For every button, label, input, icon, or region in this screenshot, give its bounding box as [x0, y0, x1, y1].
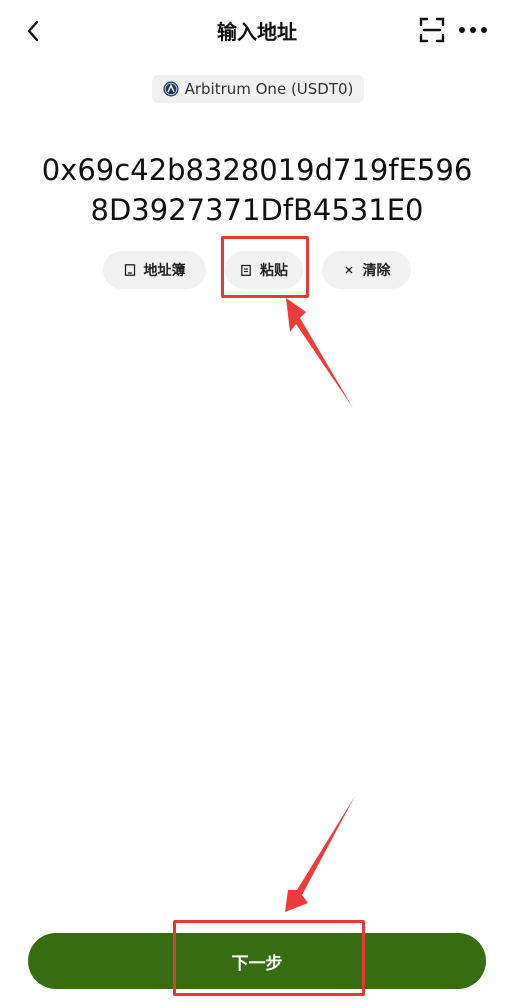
close-icon [345, 266, 352, 274]
paste-highlight-box [221, 236, 309, 298]
scan-icon [419, 17, 445, 43]
top-nav-bar: 输入地址 [0, 0, 514, 62]
clear-button[interactable]: 清除 [322, 251, 411, 289]
arbitrum-logo-icon [163, 81, 179, 97]
address-display: 0x69c42b8328019d719fE596 8D3927371DfB453… [0, 150, 514, 230]
arrow-to-next-icon [285, 796, 355, 912]
address-book-button[interactable]: 地址簿 [103, 251, 206, 289]
next-highlight-box [173, 920, 365, 996]
network-label: Arbitrum One (USDT0) [184, 80, 354, 98]
address-book-label: 地址簿 [143, 263, 186, 279]
address-line-2: 8D3927371DfB4531E0 [90, 193, 424, 227]
scan-button[interactable] [418, 16, 446, 44]
more-options-button[interactable] [456, 16, 490, 44]
more-dots-icon [459, 27, 487, 33]
network-selector[interactable]: Arbitrum One (USDT0) [152, 75, 364, 103]
address-line-1: 0x69c42b8328019d719fE596 [41, 153, 473, 187]
clear-label: 清除 [362, 263, 391, 279]
address-book-icon [124, 264, 135, 276]
arrow-to-paste-icon [286, 298, 353, 408]
